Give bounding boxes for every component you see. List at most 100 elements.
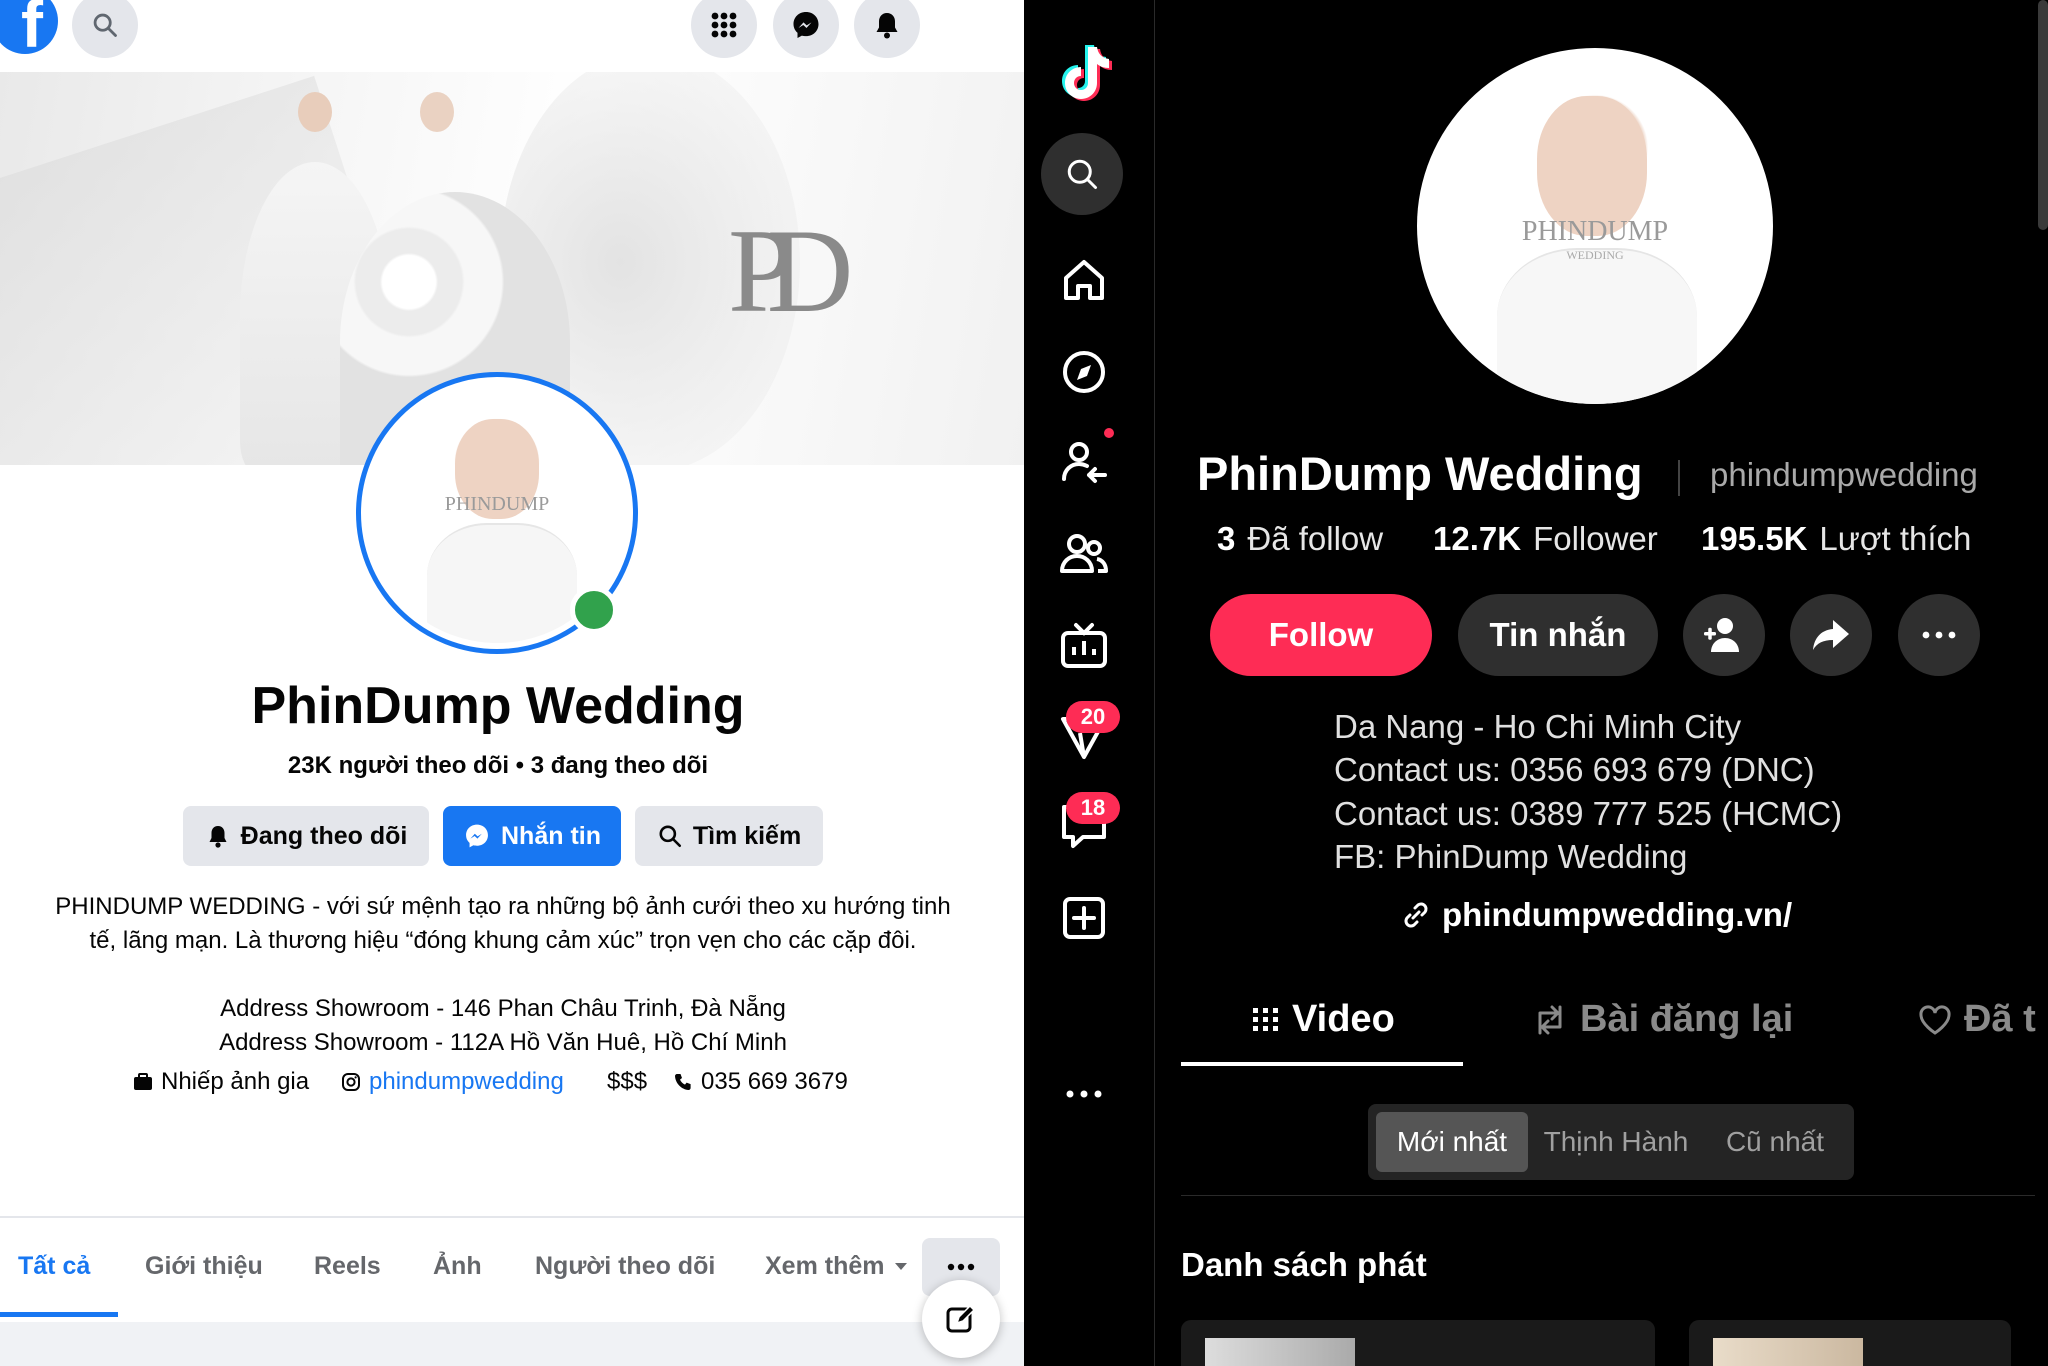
instagram-link[interactable]: phindumpwedding	[369, 1068, 564, 1096]
share-button[interactable]	[1790, 594, 1872, 676]
compose-edit-icon	[946, 1304, 976, 1333]
explore-compass-icon[interactable]	[1056, 344, 1112, 400]
message-button-label: Nhắn tin	[501, 821, 601, 850]
home-icon[interactable]	[1056, 252, 1112, 308]
sort-oldest[interactable]: Cũ nhất	[1704, 1112, 1846, 1172]
search-button[interactable]	[1041, 133, 1123, 215]
repost-icon	[1538, 1005, 1562, 1034]
scrollbar-thumb[interactable]	[2038, 0, 2048, 230]
search-page-button[interactable]: Tìm kiếm	[635, 806, 823, 866]
grid-icon	[1253, 1007, 1278, 1031]
likes-count: 195.5K	[1701, 520, 1808, 557]
facebook-panel: f PD PHINDUMP PhinDump Wedding 23K người…	[0, 0, 1024, 1366]
search-page-button-label: Tìm kiếm	[692, 821, 802, 850]
active-tab-indicator	[1181, 1062, 1463, 1066]
search-icon[interactable]	[72, 0, 138, 58]
online-status-dot	[570, 586, 618, 634]
feed-background	[0, 1322, 1024, 1366]
instagram-info[interactable]: phindumpwedding	[341, 1068, 564, 1096]
tab-see-more[interactable]: Xem thêm	[765, 1252, 908, 1281]
heart-icon	[1919, 1004, 1951, 1035]
page-bio-line-2: tế, lãng mạn. Là thương hiệu “đóng khung…	[89, 927, 917, 954]
profile-username: phindumpwedding	[1710, 456, 1978, 493]
notification-dot	[1104, 428, 1114, 438]
sort-popular[interactable]: Thịnh Hành	[1534, 1112, 1698, 1172]
messages-badge: 18	[1066, 792, 1120, 824]
price-info: $$$	[607, 1068, 647, 1096]
tab-see-more-label: Xem thêm	[765, 1252, 885, 1280]
tab-videos[interactable]: Video	[1252, 998, 1395, 1041]
showroom-address-1: Address Showroom - 146 Phan Châu Trinh, …	[220, 995, 786, 1022]
bio-line-3: Contact us: 0389 777 525 (HCMC)	[1334, 795, 1843, 832]
website-link[interactable]: phindumpwedding.vn/	[1400, 896, 1792, 934]
tab-about[interactable]: Giới thiệu	[145, 1252, 263, 1281]
more-dots-icon	[947, 1263, 975, 1271]
more-options-button[interactable]	[1898, 594, 1980, 676]
caret-down-icon	[895, 1262, 908, 1270]
tab-liked[interactable]: Đã t	[1918, 998, 2036, 1041]
likes-label: Lượt thích	[1819, 520, 1972, 557]
sort-latest[interactable]: Mới nhất	[1376, 1112, 1528, 1172]
price-range-label: $$$	[607, 1068, 648, 1095]
category-label: Nhiếp ảnh gia	[161, 1068, 310, 1095]
tab-videos-label: Video	[1292, 998, 1395, 1040]
following-users-icon[interactable]	[1056, 428, 1114, 490]
tab-reels[interactable]: Reels	[314, 1252, 381, 1281]
phone-info[interactable]: 035 669 3679	[673, 1068, 848, 1096]
cover-monogram-logo: PD	[728, 204, 854, 337]
avatar-watermark: PHINDUMP	[1521, 216, 1669, 247]
likes-stat[interactable]: 195.5K Lượt thích	[1701, 520, 1971, 558]
tab-followers[interactable]: Người theo dõi	[535, 1252, 715, 1281]
tab-reposts[interactable]: Bài đăng lại	[1532, 998, 1793, 1041]
inbox-badge: 20	[1066, 701, 1120, 733]
followers-count: 12.7K	[1433, 520, 1522, 557]
playlist-thumbnail	[1205, 1338, 1355, 1366]
bell-icon	[209, 826, 227, 848]
page-follow-stats[interactable]: 23K người theo dõi • 3 đang theo dõi	[0, 752, 996, 780]
profile-display-name: PhinDump Wedding	[1197, 447, 1643, 500]
search-icon	[1067, 159, 1097, 189]
playlist-card[interactable]	[1689, 1320, 2011, 1366]
tiktok-logo-icon[interactable]	[1056, 42, 1116, 106]
more-dots-icon	[1922, 631, 1956, 639]
following-button[interactable]: Đang theo dõi	[183, 806, 429, 866]
live-tv-icon[interactable]	[1056, 618, 1112, 674]
tiktok-sidebar: 20 18	[1024, 0, 1155, 1366]
bio-line-4: FB: PhinDump Wedding	[1334, 838, 1688, 875]
profile-avatar[interactable]: PHINDUMP WEDDING	[1417, 48, 1773, 404]
phone-number[interactable]: 035 669 3679	[701, 1068, 848, 1096]
sort-segmented-control: Mới nhất Thịnh Hành Cũ nhất	[1368, 1104, 1854, 1180]
avatar-watermark: PHINDUMP	[444, 493, 550, 515]
name-separator	[1678, 460, 1680, 496]
follow-button[interactable]: Follow	[1210, 594, 1432, 676]
message-button[interactable]: Nhắn tin	[443, 806, 621, 866]
facebook-logo-icon[interactable]: f	[0, 0, 58, 54]
playlist-card[interactable]	[1181, 1320, 1655, 1366]
following-button-label: Đang theo dõi	[240, 821, 408, 850]
notifications-bell-icon[interactable]	[854, 0, 920, 58]
messenger-icon[interactable]	[773, 0, 839, 58]
upload-plus-icon[interactable]	[1056, 890, 1112, 946]
link-icon	[1404, 902, 1428, 928]
bride-left-head	[298, 92, 332, 132]
followers-stat[interactable]: 12.7K Follower	[1433, 520, 1658, 558]
menu-grid-icon[interactable]	[691, 0, 757, 58]
add-friend-button[interactable]	[1683, 594, 1765, 676]
following-stat[interactable]: 3 Đã follow	[1217, 520, 1383, 558]
messenger-icon	[466, 824, 488, 848]
following-count: 3	[1217, 520, 1236, 557]
share-arrow-icon	[1813, 620, 1849, 650]
tab-photos[interactable]: Ảnh	[433, 1252, 482, 1281]
phone-icon	[675, 1074, 691, 1090]
followers-label: Follower	[1533, 520, 1658, 557]
bio-line-2: Contact us: 0356 693 679 (DNC)	[1334, 751, 1815, 788]
avatar-dress	[1497, 248, 1697, 404]
following-label: Đã follow	[1247, 520, 1384, 557]
friends-icon[interactable]	[1056, 526, 1112, 582]
avatar-dress	[427, 523, 577, 643]
message-button[interactable]: Tin nhắn	[1458, 594, 1658, 676]
tab-all[interactable]: Tất cả	[18, 1252, 90, 1281]
more-dots-icon[interactable]	[1056, 1066, 1112, 1122]
playlist-thumbnail	[1713, 1338, 1863, 1366]
compose-button[interactable]	[922, 1280, 1000, 1358]
